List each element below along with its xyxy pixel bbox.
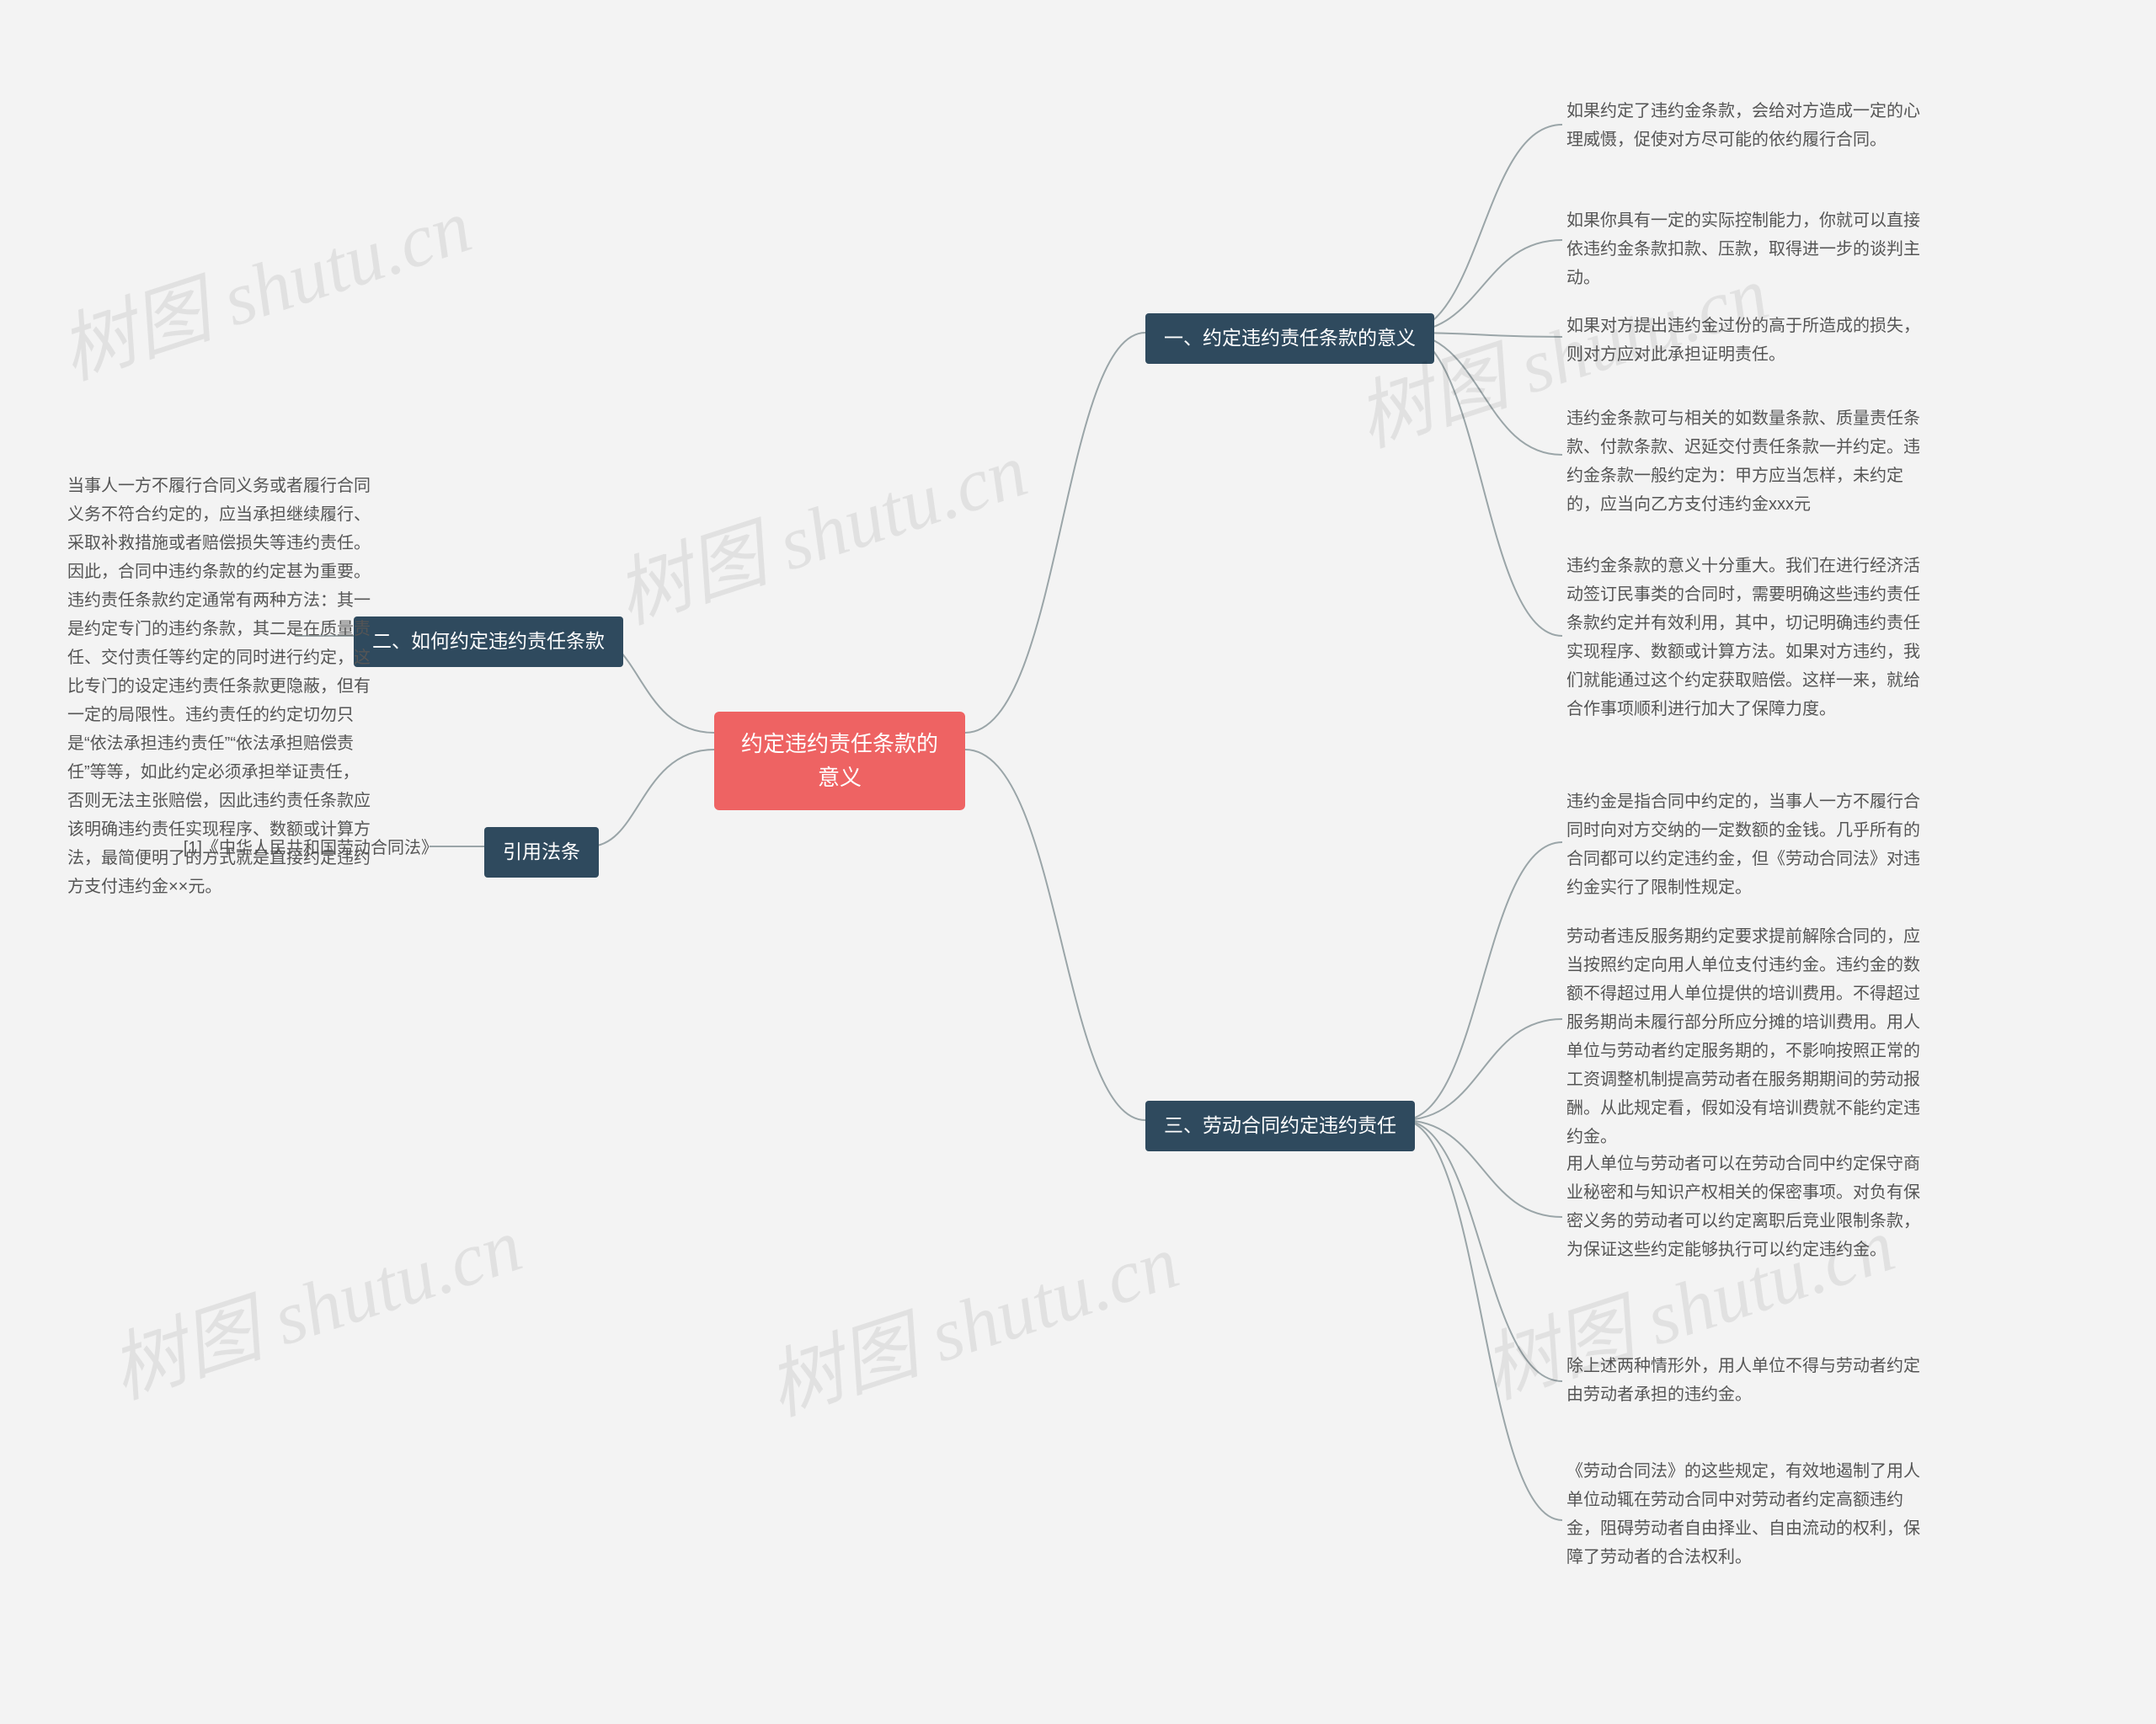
- leaf-b3-2: 劳动者违反服务期约定要求提前解除合同的，应当按照约定向用人单位支付违约金。违约金…: [1566, 922, 1920, 1151]
- leaf-b1-3: 如果对方提出违约金过份的高于所造成的损失，则对方应对此承担证明责任。: [1566, 312, 1920, 369]
- branch-labor-contract[interactable]: 三、劳动合同约定违约责任: [1145, 1101, 1415, 1151]
- watermark: 树图 shutu.cn: [751, 1200, 1189, 1436]
- mindmap-canvas: 约定违约责任条款的意义 一、约定违约责任条款的意义 如果约定了违约金条款，会给对…: [0, 0, 2156, 1724]
- leaf-b3-1: 违约金是指合同中约定的，当事人一方不履行合同时向对方交纳的一定数额的金钱。几乎所…: [1566, 787, 1920, 902]
- leaf-b1-5: 违约金条款的意义十分重大。我们在进行经济活动签订民事类的合同时，需要明确这些违约…: [1566, 552, 1920, 723]
- leaf-b1-1: 如果约定了违约金条款，会给对方造成一定的心理威慑，促使对方尽可能的依约履行合同。: [1566, 97, 1920, 154]
- branch-cited-law[interactable]: 引用法条: [484, 827, 599, 878]
- leaf-b3-4: 除上述两种情形外，用人单位不得与劳动者约定由劳动者承担的违约金。: [1566, 1352, 1920, 1409]
- watermark: 树图 shutu.cn: [44, 164, 482, 400]
- leaf-b1-2: 如果你具有一定的实际控制能力，你就可以直接依违约金条款扣款、压款，取得进一步的谈…: [1566, 206, 1920, 292]
- watermark: 树图 shutu.cn: [94, 1183, 532, 1419]
- root-node[interactable]: 约定违约责任条款的意义: [714, 712, 965, 810]
- leaf-b3-3: 用人单位与劳动者可以在劳动合同中约定保守商业秘密和与知识产权相关的保密事项。对负…: [1566, 1150, 1920, 1264]
- leaf-law-1: [1]《中华人民共和国劳动合同法》: [152, 834, 438, 862]
- watermark: 树图 shutu.cn: [600, 408, 1038, 644]
- branch-how-to-stipulate[interactable]: 二、如何约定违约责任条款: [354, 616, 623, 667]
- leaf-b3-5: 《劳动合同法》的这些规定，有效地遏制了用人单位动辄在劳动合同中对劳动者约定高额违…: [1566, 1457, 1920, 1572]
- leaf-b1-4: 违约金条款可与相关的如数量条款、质量责任条款、付款条款、迟延交付责任条款一并约定…: [1566, 404, 1920, 519]
- branch-significance[interactable]: 一、约定违约责任条款的意义: [1145, 313, 1434, 364]
